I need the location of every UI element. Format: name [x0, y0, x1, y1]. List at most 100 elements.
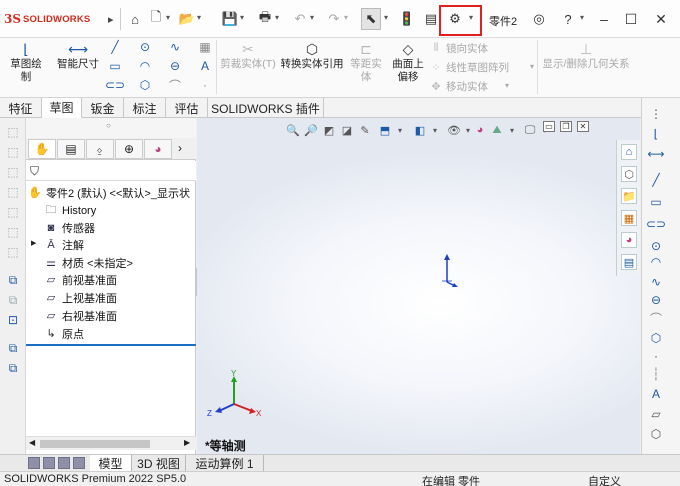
open-folder-icon[interactable]: 📂 — [178, 11, 196, 27]
apply-scene-icon[interactable]: ⛰ — [490, 123, 504, 137]
view-orientation-icon[interactable]: ⬒ — [378, 123, 392, 137]
plane-icon[interactable]: ▱ — [648, 406, 664, 422]
spline-icon[interactable]: ∿ — [168, 40, 182, 54]
tab-sheet-metal[interactable]: 钣金 — [82, 98, 124, 118]
custom-properties-icon[interactable]: ▤ — [621, 254, 637, 270]
new-document-icon[interactable]: 🗋 — [147, 9, 165, 27]
hole-icon[interactable]: ⬚ — [5, 244, 21, 260]
sweep-icon[interactable]: ⬚ — [5, 164, 21, 180]
text-icon[interactable]: A — [648, 386, 664, 402]
save-dropdown-icon[interactable]: ▾ — [240, 13, 244, 22]
configuration-manager-tab-icon[interactable]: ⍚ — [86, 139, 114, 159]
design-library-icon[interactable]: ⬡ — [621, 166, 637, 182]
view-layers-icon[interactable]: ⧉ — [5, 340, 21, 356]
ellipse-icon[interactable]: ⊖ — [168, 59, 182, 73]
loft-icon[interactable]: ⬚ — [5, 184, 21, 200]
redo-icon[interactable]: ↷ — [325, 11, 343, 27]
file-properties-icon[interactable]: ▤ — [422, 11, 440, 27]
text-icon[interactable]: A — [198, 59, 212, 73]
undo-dropdown-icon[interactable]: ▾ — [310, 13, 314, 22]
open-dropdown-icon[interactable]: ▾ — [197, 13, 201, 22]
boundary-icon[interactable]: ⬚ — [5, 204, 21, 220]
reference-geometry-icon[interactable]: ⧉ — [5, 272, 21, 288]
file-explorer-icon[interactable]: 📁 — [621, 188, 637, 204]
tab-evaluate[interactable]: 评估 — [166, 98, 208, 118]
arc-icon[interactable]: ◠ — [138, 59, 152, 73]
move-dropdown-icon[interactable]: ▾ — [505, 81, 509, 90]
tab-motion-study[interactable]: 运动算例 1 — [186, 455, 264, 472]
tree-item-material[interactable]: ⚌ 材质 <未指定> — [44, 254, 133, 271]
minimize-button[interactable]: – — [594, 9, 614, 29]
viewport-close-button[interactable]: ✕ — [577, 121, 589, 132]
offset-entities-button[interactable]: ⊏ 等距实 体 — [348, 40, 384, 84]
tree-item-sensors[interactable]: ◙ 传感器 — [44, 219, 95, 236]
offset-on-surface-button[interactable]: ◇ 曲面上 偏移 — [388, 40, 428, 84]
tree-item-annotations[interactable]: Ā 注解 — [44, 236, 84, 253]
point-icon[interactable]: · — [648, 348, 664, 364]
polygon-icon[interactable]: ⬡ — [648, 330, 664, 346]
feature-filter-bar[interactable]: ⛉ — [26, 161, 196, 181]
zoom-to-area-icon[interactable]: 🔎 — [304, 123, 318, 137]
toolbar-grip-icon[interactable]: ⋮ — [648, 106, 664, 122]
next-tab-button[interactable] — [58, 457, 70, 469]
move-entities-button[interactable]: ✥ 移动实体 — [430, 79, 488, 94]
display-relations-button[interactable]: ⊥ 显示/删除几何关系 — [540, 40, 632, 71]
property-manager-tab-icon[interactable]: ▤ — [57, 139, 85, 159]
first-tab-button[interactable] — [28, 457, 40, 469]
appearances-icon[interactable]: ◕ — [621, 232, 637, 248]
expand-arrow-icon[interactable]: ▶ — [31, 239, 36, 247]
tab-3d-view[interactable]: 3D 视图 — [132, 455, 186, 472]
rectangle-icon[interactable]: ▭ — [108, 59, 122, 73]
linear-pattern-button[interactable]: ⁘ 线性草图阵列 — [430, 60, 509, 75]
spline-icon[interactable]: ∿ — [648, 274, 664, 290]
scroll-right-icon[interactable]: ▶ — [184, 438, 190, 447]
slot-icon[interactable]: ⊂⊃ — [646, 216, 666, 232]
chevron-right-icon[interactable]: › — [178, 141, 182, 155]
section-view-icon[interactable]: ⧉ — [5, 360, 21, 376]
line-icon[interactable]: ╱ — [108, 40, 122, 54]
smart-dimension-icon[interactable]: ⟷ — [647, 146, 664, 162]
tab-solidworks-addins[interactable]: SOLIDWORKS 插件 — [208, 98, 324, 118]
circle-icon[interactable]: ⊙ — [138, 40, 152, 54]
viewport-restore-button[interactable]: ❐ — [560, 121, 572, 132]
tab-model[interactable]: 模型 — [90, 455, 132, 472]
view-settings-icon[interactable]: 🖵 — [523, 123, 537, 137]
units-selector[interactable]: 自定义 — [588, 473, 621, 486]
scroll-left-icon[interactable]: ◀ — [29, 438, 35, 447]
sketch-button[interactable]: ⌊ 草图绘制 — [6, 40, 46, 84]
help-icon[interactable]: ? — [559, 11, 577, 27]
graphics-area[interactable]: 🔍 🔎 ◩ ◪ ✎ ⬒ ▾ ◧ ▾ 👁 ▾ ◕ ⛰ ▾ 🖵 ▾ ▭ ❐ ✕ Y … — [197, 118, 640, 454]
tree-item-top-plane[interactable]: ▱ 上视基准面 — [44, 289, 117, 306]
line-icon[interactable]: ╱ — [648, 172, 664, 188]
home-icon[interactable]: ⌂ — [126, 11, 144, 27]
gear-icon[interactable]: ⚙ — [446, 11, 464, 27]
feature-tree-tab-icon[interactable]: ✋ — [28, 139, 56, 159]
point-icon[interactable]: · — [198, 78, 212, 92]
viewport-minimize-button[interactable]: ▭ — [543, 121, 555, 132]
rebuild-traffic-light-icon[interactable]: 🚦 — [398, 11, 416, 27]
display-style-icon[interactable]: ◧ — [413, 123, 427, 137]
sketch-icon[interactable]: ⌊ — [648, 126, 664, 142]
display-manager-tab-icon[interactable]: ◕ — [144, 139, 172, 159]
edit-appearance-icon[interactable]: ◕ — [473, 123, 487, 137]
tab-features[interactable]: 特征 — [0, 98, 42, 118]
new-dropdown-icon[interactable]: ▾ — [166, 13, 170, 22]
slot-icon[interactable]: ⊂⊃ — [105, 78, 125, 92]
last-tab-button[interactable] — [73, 457, 85, 469]
help-dropdown-icon[interactable]: ▾ — [580, 13, 584, 22]
linear-pattern-dropdown-icon[interactable]: ▾ — [530, 62, 534, 71]
instant3d-icon[interactable]: ⊡ — [5, 312, 21, 328]
feature-tree-scrollbar[interactable]: ◀ ▶ — [26, 436, 196, 450]
tab-annotation[interactable]: 标注 — [124, 98, 166, 118]
extrude-icon[interactable]: ⬚ — [5, 124, 21, 140]
polygon-icon[interactable]: ⬡ — [138, 78, 152, 92]
undo-icon[interactable]: ↶ — [291, 11, 309, 27]
trim-entities-button[interactable]: ✂ 剪裁实体(T) — [218, 40, 278, 71]
section-view-hud-icon[interactable]: ◪ — [340, 123, 354, 137]
revolve-icon[interactable]: ⬚ — [5, 144, 21, 160]
grid-icon[interactable]: ▦ — [198, 40, 212, 54]
scrollbar-thumb[interactable] — [40, 440, 150, 448]
maximize-button[interactable]: ☐ — [621, 9, 641, 29]
tree-item-right-plane[interactable]: ▱ 右视基准面 — [44, 307, 117, 324]
print-dropdown-icon[interactable]: ▾ — [275, 13, 279, 22]
